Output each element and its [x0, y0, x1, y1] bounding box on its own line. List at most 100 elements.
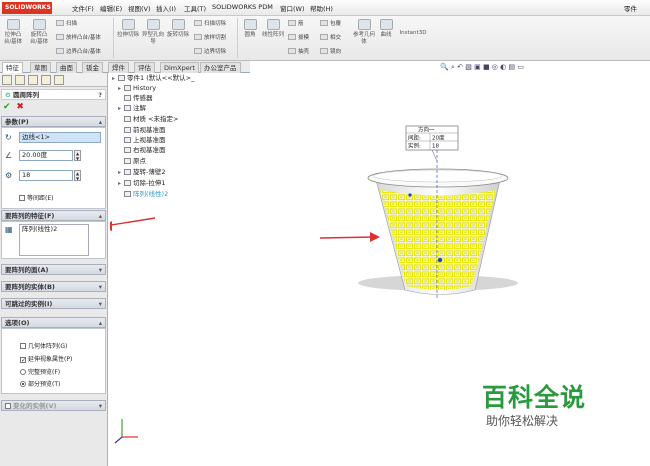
extrude-boss-icon	[6, 19, 20, 30]
lofted-cut-button[interactable]: 放样切割	[194, 34, 226, 42]
instances-input[interactable]: 18	[19, 170, 73, 181]
menu-help[interactable]: 帮助(H)	[310, 3, 333, 13]
partial-preview-radio[interactable]: 部分预览(T)	[20, 380, 60, 389]
revolve-cut-button[interactable]: 旋转切除	[167, 19, 189, 39]
rib-button[interactable]: 筋	[288, 20, 304, 28]
fillet-button[interactable]: 圆角	[240, 19, 260, 39]
callout-title: 方向一	[418, 126, 435, 134]
pattern-axis-icon[interactable]: ↻	[5, 133, 15, 143]
display-manager-icon[interactable]	[54, 75, 64, 85]
revolve-boss-button[interactable]: 旋转凸台/基体	[28, 19, 50, 46]
intersect-icon	[320, 34, 328, 40]
mirror-button[interactable]: 镜向	[320, 48, 341, 56]
fillet-icon	[243, 19, 257, 30]
menu-window[interactable]: 窗口(W)	[280, 3, 305, 13]
feature-list-item[interactable]: 阵列(线性)2	[22, 225, 57, 233]
instances-to-skip-header[interactable]: 可跳过的实例(I) ▾	[1, 298, 106, 309]
menu-insert[interactable]: 插入(I)	[156, 3, 176, 13]
hole-wizard-icon	[146, 19, 160, 30]
angle-input[interactable]: 20.00度	[19, 150, 73, 161]
intersect-button[interactable]: 相交	[320, 34, 341, 42]
instances-spinner[interactable]: ▲ ▼	[74, 170, 81, 181]
curves-button[interactable]: 曲线	[378, 19, 394, 39]
tab-office-products[interactable]: 办公室产品	[200, 62, 241, 73]
linear-pattern-button[interactable]: 线性阵列	[262, 19, 284, 39]
cancel-icon[interactable]: ✖	[16, 102, 24, 112]
parameters-section: ↻ 边线<1> ∠ 20.00度 ▲ ▼ ⚙ 18 ▲ ▼ 等间距(E)	[1, 127, 106, 209]
previous-view-icon[interactable]: ↶	[457, 63, 463, 71]
callout-spacing-value[interactable]: 20度	[432, 134, 445, 142]
document-name: 零件	[624, 5, 637, 13]
property-manager: ⚙ 圆周阵列 ? ✔ ✖ 参数(P) ▴ ↻ 边线<1> ∠ 20.00度 ▲ ▼ …	[0, 73, 108, 466]
expand-chevron-icon: ▾	[98, 402, 102, 410]
geometry-pattern-checkbox[interactable]: 几何体阵列(G)	[20, 342, 67, 351]
tab-surfaces[interactable]: 曲面	[56, 62, 77, 73]
menu-edit[interactable]: 编辑(E)	[100, 3, 122, 13]
tab-evaluate[interactable]: 评估	[134, 62, 155, 73]
display-style-icon[interactable]: ■	[483, 63, 490, 71]
tab-features[interactable]: 特征	[2, 62, 23, 73]
sweep-button[interactable]: 扫描	[56, 20, 77, 28]
zoom-to-fit-icon[interactable]: 🔍	[440, 63, 449, 71]
menu-file[interactable]: 文件(F)	[72, 3, 94, 13]
varying-instances-header[interactable]: 变化的实例(V) ▾	[1, 400, 106, 411]
solidworks-logo[interactable]: SOLIDWORKS	[2, 2, 52, 14]
varying-instances-checkbox[interactable]	[5, 403, 11, 409]
propagate-visual-checkbox[interactable]: ✓ 延伸视象属性(P)	[20, 355, 72, 364]
full-preview-radio[interactable]: 完整预览(F)	[20, 368, 60, 377]
angle-spinner[interactable]: ▲ ▼	[74, 150, 81, 161]
pattern-callout[interactable]: 方向一 间距: 20度 实例: 18	[405, 126, 459, 162]
hole-wizard-button[interactable]: 异型孔向导	[142, 19, 164, 46]
revolve-cut-icon	[171, 19, 185, 30]
dimxpert-manager-icon[interactable]	[41, 75, 51, 85]
bodies-to-pattern-header[interactable]: 要阵列的实体(B) ▾	[1, 281, 106, 292]
menu-tools[interactable]: 工具(T)	[184, 3, 206, 13]
lofted-cut-icon	[194, 34, 202, 40]
reference-geometry-button[interactable]: 参考几何体	[352, 19, 376, 46]
ribbon-divider	[113, 18, 114, 58]
panel-toolbar	[0, 73, 107, 87]
parameters-header[interactable]: 参数(P) ▴	[1, 116, 106, 127]
scene-icon[interactable]: ▤	[508, 63, 515, 71]
swept-cut-button[interactable]: 扫描切除	[194, 20, 226, 28]
tab-sheet-metal[interactable]: 钣金	[82, 62, 103, 73]
instant3d-button[interactable]: Instant3D	[396, 30, 430, 37]
ok-icon[interactable]: ✔	[3, 102, 11, 112]
wrap-button[interactable]: 包覆	[320, 20, 341, 28]
menu-view[interactable]: 视图(V)	[128, 3, 151, 13]
draft-button[interactable]: 拔模	[288, 34, 309, 42]
configuration-manager-icon[interactable]	[28, 75, 38, 85]
tab-dimxpert[interactable]: DimXpert	[160, 62, 199, 73]
tab-weldments[interactable]: 焊件	[108, 62, 129, 73]
features-list-box[interactable]: 阵列(线性)2	[19, 224, 89, 256]
extrude-boss-button[interactable]: 拉伸凸台/基体	[2, 19, 24, 46]
callout-spacing-label: 间距:	[408, 134, 421, 142]
faces-to-pattern-header[interactable]: 要阵列的面(A) ▾	[1, 264, 106, 275]
loft-button[interactable]: 放样凸台/基体	[56, 34, 101, 42]
shell-icon	[288, 48, 296, 54]
hide-show-icon[interactable]: ◎	[492, 63, 498, 71]
axis-handle[interactable]	[437, 257, 443, 263]
curves-icon	[379, 19, 393, 30]
angle-icon: ∠	[5, 151, 13, 160]
boundary-cut-icon	[194, 48, 202, 54]
feature-tree-icon[interactable]	[2, 75, 12, 85]
property-manager-icon[interactable]	[15, 75, 25, 85]
tab-sketch[interactable]: 草图	[30, 62, 51, 73]
section-view-icon[interactable]: ▧	[465, 63, 472, 71]
view-orientation-icon[interactable]: ▣	[474, 63, 481, 71]
monitor-icon[interactable]: ▭	[517, 63, 524, 71]
extrude-cut-button[interactable]: 拉伸切除	[117, 19, 139, 39]
menu-pdm[interactable]: SOLIDWORKS PDM	[212, 3, 273, 11]
pattern-axis-field[interactable]: 边线<1>	[19, 132, 101, 143]
equal-spacing-checkbox[interactable]: 等间距(E)	[19, 194, 53, 203]
callout-count-value[interactable]: 18	[432, 144, 439, 150]
options-header[interactable]: 选项(O) ▴	[1, 317, 106, 328]
zoom-area-icon[interactable]: ⌕	[451, 63, 455, 71]
boundary-cut-button[interactable]: 边界切除	[194, 48, 226, 56]
features-to-pattern-header[interactable]: 要阵列的特征(F) ▴	[1, 210, 106, 221]
help-icon[interactable]: ?	[98, 90, 102, 100]
appearance-icon[interactable]: ◐	[500, 63, 506, 71]
boundary-boss-button[interactable]: 边界凸台/基体	[56, 48, 101, 56]
shell-button[interactable]: 抽壳	[288, 48, 309, 56]
